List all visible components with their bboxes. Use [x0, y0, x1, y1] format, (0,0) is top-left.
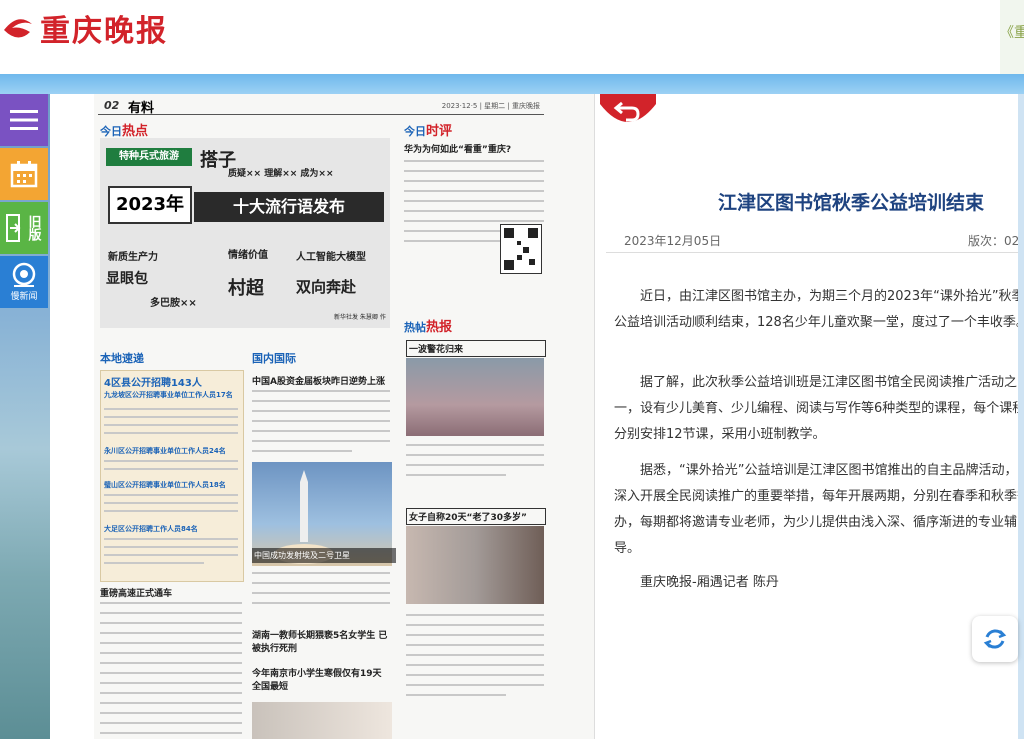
article-meta: 2023年12月05日 版次：02	[606, 230, 1018, 253]
intl-headline-3[interactable]: 今年南京市小学生寒假仅有19天 全国最短	[252, 666, 392, 692]
article-paragraph-2: 据了解，此次秋季公益培训班是江津区图书馆全民阅读推广活动之一，设有少儿美育、少儿…	[614, 375, 1018, 442]
page-section-title: 有料	[128, 101, 155, 116]
article-title: 江津区图书馆秋季公益培训结束	[717, 192, 984, 214]
hero-word: 情绪价值	[228, 250, 268, 261]
hotpost-photo-2[interactable]	[406, 526, 544, 604]
intl-headline-2[interactable]: 湖南一教师长期猥亵5名女学生 已被执行死刑	[252, 628, 392, 654]
article-byline: 重庆晚报-厢遇记者 陈丹	[640, 575, 779, 590]
hotpost-label: 热帖热报	[404, 320, 453, 335]
hot-today-label: 今日热点	[100, 124, 149, 139]
top-band	[0, 74, 1024, 94]
hero-word: 质疑×× 理解×× 成为××	[228, 169, 334, 179]
slow-news-label: 慢新闻	[10, 292, 38, 302]
recruitment-item[interactable]: 璧山区公开招聘事业单位工作人员18名	[104, 480, 240, 490]
hero-word: 村超	[228, 278, 264, 299]
logo-mark-icon	[0, 10, 36, 46]
page-date: 2023·12·5 | 星期二 | 重庆晚报	[441, 102, 540, 110]
calendar-icon	[10, 161, 38, 188]
rocket-caption: 中国成功发射埃及二号卫星	[252, 548, 396, 563]
hotpost-photo-1[interactable]	[406, 358, 544, 436]
old-version-label: 旧版	[25, 215, 41, 241]
hero-banner: 特种兵式旅游	[106, 148, 192, 166]
refresh-button[interactable]	[972, 616, 1018, 662]
back-button[interactable]	[600, 94, 656, 132]
page-number: 02	[104, 99, 120, 112]
menu-button[interactable]	[0, 94, 48, 146]
slow-news-button[interactable]: 慢新闻	[0, 256, 48, 308]
old-version-button[interactable]: 旧版	[0, 202, 48, 254]
hero-word: 人工智能大模型	[296, 252, 366, 263]
right-tab[interactable]: 《重	[1000, 0, 1024, 74]
site-header: 重庆晚报 《重	[0, 0, 1024, 74]
hero-caption: 新华社发 朱慧卿 作	[334, 314, 386, 321]
slow-news-icon	[12, 262, 36, 287]
newspaper-page[interactable]: 02 有料 2023·12·5 | 星期二 | 重庆晚报 今日热点 特种兵式旅游…	[94, 94, 595, 739]
recruitment-title[interactable]: 4区县公开招聘143人	[104, 374, 240, 389]
intl-photo[interactable]	[252, 702, 392, 739]
recruitment-item[interactable]: 大足区公开招聘工作人员84名	[104, 524, 240, 534]
comment-label: 今日时评	[404, 124, 453, 139]
hero-title: 十大流行语发布	[194, 192, 384, 222]
calendar-button[interactable]	[0, 148, 48, 200]
back-arrow-icon	[600, 94, 656, 122]
article-date: 2023年12月05日	[624, 234, 722, 248]
hero-year: 2023年	[108, 186, 192, 224]
hamburger-icon	[10, 110, 38, 130]
qr-code[interactable]	[500, 224, 542, 274]
article-edition: 版次：02	[968, 234, 1018, 248]
enter-icon	[5, 214, 20, 242]
intl-headline-1[interactable]: 中国A股资金届板块昨日逆势上涨	[252, 374, 392, 387]
refresh-icon	[983, 629, 1007, 649]
hero-word: 新质生产力	[108, 252, 158, 263]
logo-text: 重庆晚报	[40, 14, 168, 49]
page-header: 02 有料 2023·12·5 | 星期二 | 重庆晚报	[98, 98, 544, 116]
recruitment-item[interactable]: 永川区公开招聘事业单位工作人员24名	[104, 446, 240, 456]
recruitment-item[interactable]: 九龙坡区公开招聘事业单位工作人员17名	[104, 390, 240, 400]
hotpost-headline-2[interactable]: 女子自称20天“老了30多岁”	[406, 508, 546, 525]
hero-graphic[interactable]: 特种兵式旅游 搭子 质疑×× 理解×× 成为×× 2023年 十大流行语发布 新…	[100, 138, 390, 328]
recruitment-box[interactable]	[100, 370, 244, 582]
article-panel: 江津区图书馆秋季公益培训结束 2023年12月05日 版次：02 近日，由江津区…	[596, 94, 1018, 739]
hero-word: 多巴胺××	[150, 298, 197, 309]
hero-word: 双向奔赴	[296, 278, 357, 296]
hero-main: 2023年 十大流行语发布	[108, 186, 390, 226]
local-news-label: 本地速递	[100, 352, 144, 365]
article-paragraph-1: 近日，由江津区图书馆主办，为期三个月的2023年“课外拾光”秋季公益培训活动顺利…	[614, 289, 1018, 330]
hotpost-headline-1[interactable]: 一波警花归来	[406, 340, 546, 357]
comment-headline[interactable]: 华为为何如此“看重”重庆?	[404, 142, 544, 155]
sidebar: 旧版 慢新闻	[0, 94, 48, 310]
local-headline[interactable]: 重磅高速正式通车	[100, 586, 242, 599]
article-paragraph-3: 据悉，“课外拾光”公益培训是江津区图书馆推出的自主品牌活动，是深入开展全民阅读推…	[614, 463, 1018, 556]
intl-news-label: 国内国际	[252, 352, 296, 365]
background-strip	[1018, 94, 1024, 739]
site-logo[interactable]: 重庆晚报	[0, 6, 168, 50]
hero-word: 显眼包	[106, 271, 148, 287]
